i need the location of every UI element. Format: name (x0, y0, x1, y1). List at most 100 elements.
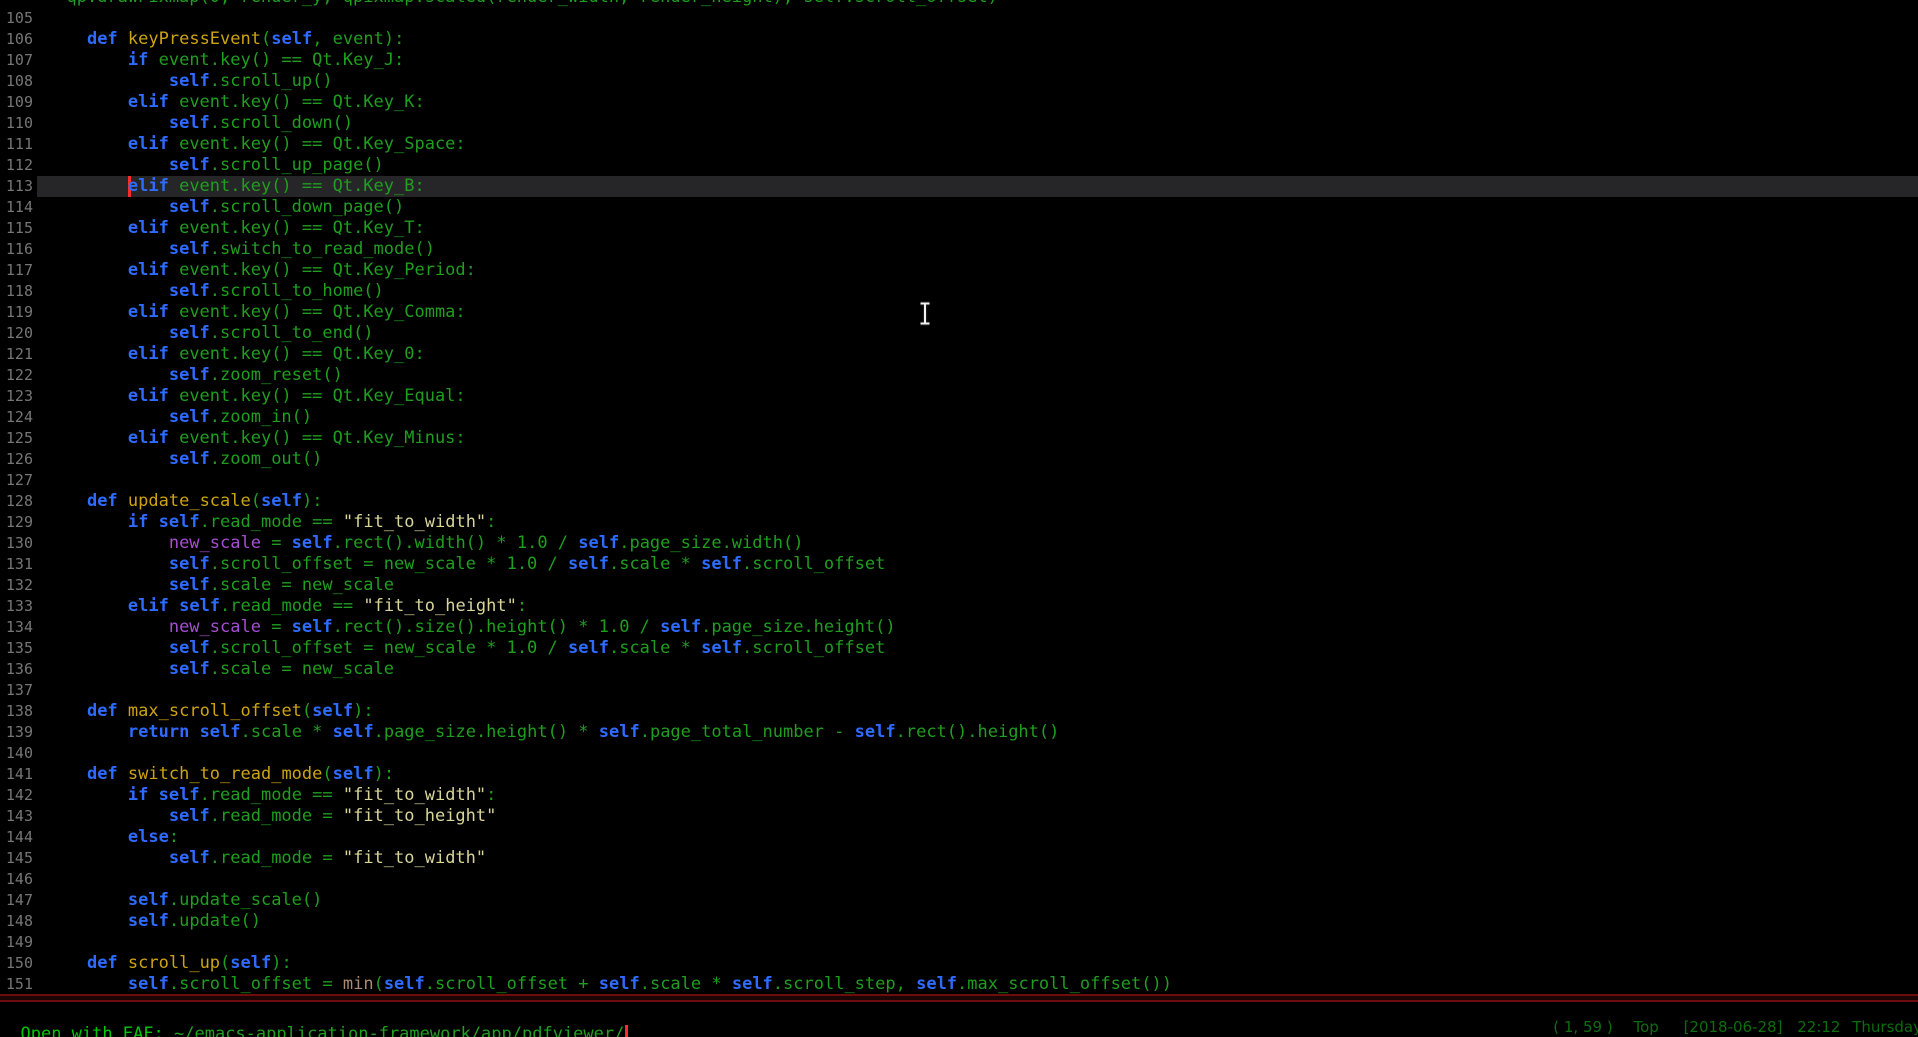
code-line[interactable]: 142 if self.read_mode == "fit_to_width": (0, 785, 1918, 806)
code-token: : (486, 512, 496, 532)
line-number: 130 (0, 533, 33, 554)
line-number: 145 (0, 848, 33, 869)
code-token: def (87, 764, 118, 784)
code-line[interactable]: 150 def scroll_up(self): (0, 953, 1918, 974)
code-token: .page_size.height() (701, 617, 895, 637)
code-line[interactable]: 129 if self.read_mode == "fit_to_width": (0, 512, 1918, 533)
line-number: 119 (0, 302, 33, 323)
code-token: elif (128, 134, 169, 154)
code-line-current[interactable]: 113 elif event.key() == Qt.Key_B: (0, 176, 1918, 197)
code-text: self.scroll_down_page() (37, 197, 1918, 218)
code-line[interactable]: 134 new_scale = self.rect().size().heigh… (0, 617, 1918, 638)
code-line[interactable]: 117 elif event.key() == Qt.Key_Period: (0, 260, 1918, 281)
code-token: def (87, 953, 118, 973)
code-line[interactable]: 125 elif event.key() == Qt.Key_Minus: (0, 428, 1918, 449)
code-line[interactable]: 123 elif event.key() == Qt.Key_Equal: (0, 386, 1918, 407)
code-token (46, 218, 128, 238)
line-number: 126 (0, 449, 33, 470)
code-line[interactable]: 148 self.update() (0, 911, 1918, 932)
code-line[interactable]: 105 (0, 8, 1918, 29)
code-line[interactable]: 118 self.scroll_to_home() (0, 281, 1918, 302)
code-token: .scroll_offset = new_scale * 1.0 / (210, 638, 568, 658)
line-number: 108 (0, 71, 33, 92)
scroll-position-indicator: Top (1633, 1018, 1658, 1036)
code-line[interactable]: 149 (0, 932, 1918, 953)
code-text (37, 932, 1918, 953)
code-line[interactable]: 140 (0, 743, 1918, 764)
minibuffer-input[interactable]: ~/emacs-application-framework/app/pdfvie… (174, 1024, 624, 1037)
code-line[interactable]: 131 self.scroll_offset = new_scale * 1.0… (0, 554, 1918, 575)
code-text: elif event.key() == Qt.Key_Comma: (37, 302, 1918, 323)
code-line[interactable]: 115 elif event.key() == Qt.Key_T: (0, 218, 1918, 239)
code-line[interactable]: 145 self.read_mode = "fit_to_width" (0, 848, 1918, 869)
code-token: .scroll_up_page() (210, 155, 384, 175)
code-line[interactable]: 130 new_scale = self.rect().width() * 1.… (0, 533, 1918, 554)
code-line[interactable]: 128 def update_scale(self): (0, 491, 1918, 512)
code-line[interactable]: 108 self.scroll_up() (0, 71, 1918, 92)
code-line[interactable]: 137 (0, 680, 1918, 701)
code-token: self (333, 722, 374, 742)
code-line[interactable]: 116 self.switch_to_read_mode() (0, 239, 1918, 260)
code-text: elif event.key() == Qt.Key_Period: (37, 260, 1918, 281)
line-number: 114 (0, 197, 33, 218)
code-text (37, 680, 1918, 701)
code-line[interactable]: 124 self.zoom_in() (0, 407, 1918, 428)
code-line[interactable]: 120 self.scroll_to_end() (0, 323, 1918, 344)
code-text: self.read_mode = "fit_to_width" (37, 848, 1918, 869)
code-line[interactable]: 136 self.scale = new_scale (0, 659, 1918, 680)
code-line[interactable]: 110 self.scroll_down() (0, 113, 1918, 134)
code-token (46, 155, 169, 175)
code-line[interactable]: 109 elif event.key() == Qt.Key_K: (0, 92, 1918, 113)
code-token: self (169, 323, 210, 343)
code-line[interactable]: 112 self.scroll_up_page() (0, 155, 1918, 176)
code-buffer[interactable]: qp.drawPixmap(0, render_y, qpixmap.scale… (0, 0, 1918, 994)
code-token (46, 344, 128, 364)
code-line[interactable]: 146 (0, 869, 1918, 890)
code-token: .switch_to_read_mode() (210, 239, 435, 259)
code-line[interactable]: 122 self.zoom_reset() (0, 365, 1918, 386)
code-line[interactable]: 126 self.zoom_out() (0, 449, 1918, 470)
line-number: 120 (0, 323, 33, 344)
code-token (46, 449, 169, 469)
code-token: .read_mode = (210, 806, 343, 826)
code-line[interactable]: 121 elif event.key() == Qt.Key_0: (0, 344, 1918, 365)
code-line[interactable]: 139 return self.scale * self.page_size.h… (0, 722, 1918, 743)
code-token: .scroll_offset (742, 554, 885, 574)
code-line[interactable]: qp.drawPixmap(0, render_y, qpixmap.scale… (0, 0, 1918, 8)
code-text: self.scroll_up() (37, 71, 1918, 92)
code-line[interactable]: 107 if event.key() == Qt.Key_J: (0, 50, 1918, 71)
code-line[interactable]: 135 self.scroll_offset = new_scale * 1.0… (0, 638, 1918, 659)
code-text: self.zoom_out() (37, 449, 1918, 470)
code-line[interactable]: 138 def max_scroll_offset(self): (0, 701, 1918, 722)
code-token: .page_total_number - (640, 722, 855, 742)
code-token: event.key() == Qt.Key_K: (169, 92, 425, 112)
code-token (46, 785, 128, 805)
code-line[interactable]: 141 def switch_to_read_mode(self): (0, 764, 1918, 785)
code-token: .scale * (640, 974, 732, 994)
code-token (46, 722, 128, 742)
code-line[interactable]: 106 def keyPressEvent(self, event): (0, 29, 1918, 50)
code-line[interactable]: 114 self.scroll_down_page() (0, 197, 1918, 218)
code-token: self (169, 554, 210, 574)
code-token: ( (374, 974, 384, 994)
line-number: 124 (0, 407, 33, 428)
code-line[interactable]: 144 else: (0, 827, 1918, 848)
code-line[interactable]: 111 elif event.key() == Qt.Key_Space: (0, 134, 1918, 155)
line-number: 134 (0, 617, 33, 638)
line-number: 147 (0, 890, 33, 911)
code-token (46, 92, 128, 112)
code-token: event.key() == Qt.Key_T: (169, 218, 425, 238)
code-line[interactable]: 151 self.scroll_offset = min(self.scroll… (0, 974, 1918, 994)
code-token: "fit_to_height" (363, 596, 517, 616)
code-token: "fit_to_width" (343, 512, 486, 532)
code-line[interactable]: 143 self.read_mode = "fit_to_height" (0, 806, 1918, 827)
code-line[interactable]: 127 (0, 470, 1918, 491)
code-editor[interactable]: qp.drawPixmap(0, render_y, qpixmap.scale… (0, 0, 1918, 994)
code-line[interactable]: 133 elif self.read_mode == "fit_to_heigh… (0, 596, 1918, 617)
code-token: self (292, 533, 333, 553)
code-line[interactable]: 119 elif event.key() == Qt.Key_Comma: (0, 302, 1918, 323)
line-number: 127 (0, 470, 33, 491)
code-token: .zoom_out() (210, 449, 323, 469)
code-line[interactable]: 132 self.scale = new_scale (0, 575, 1918, 596)
code-line[interactable]: 147 self.update_scale() (0, 890, 1918, 911)
